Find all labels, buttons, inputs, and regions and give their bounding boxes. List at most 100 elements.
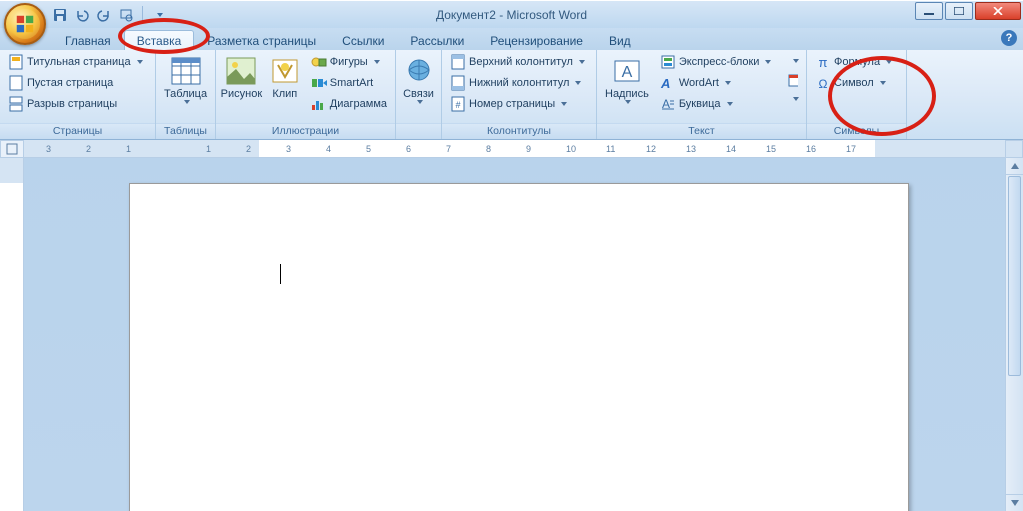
tab-review[interactable]: Рецензирование: [477, 30, 596, 50]
ruler-mark: 11: [606, 144, 615, 154]
smartart-label: SmartArt: [330, 77, 373, 89]
title-bar: Документ2 - Microsoft Word: [0, 0, 1023, 28]
close-button[interactable]: [975, 2, 1021, 20]
ruler-mark: 17: [846, 144, 856, 154]
svg-text:A: A: [622, 64, 633, 81]
date-time-button[interactable]: [784, 71, 802, 89]
qat-customize-icon[interactable]: [151, 7, 167, 23]
smartart-button[interactable]: SmartArt: [307, 73, 391, 93]
group-tables: Таблица Таблицы: [156, 50, 216, 139]
group-links-label: [396, 123, 441, 139]
wordart-icon: A: [660, 75, 676, 91]
dropcap-button[interactable]: A Буквица: [656, 94, 781, 114]
ruler-mark: 13: [686, 144, 696, 154]
group-symbols: π Формула Ω Символ Символы: [807, 50, 907, 139]
smartart-icon: [311, 75, 327, 91]
table-icon: [170, 55, 202, 87]
quickparts-icon: [660, 54, 676, 70]
ruler-mark: 16: [806, 144, 816, 154]
maximize-button[interactable]: [945, 2, 973, 20]
clip-button[interactable]: Клип: [266, 52, 304, 101]
save-icon[interactable]: [52, 7, 68, 23]
svg-text:π: π: [819, 55, 828, 69]
ruler-mark: 15: [766, 144, 776, 154]
ruler-mark: 6: [406, 144, 411, 154]
ruler-mark: 8: [486, 144, 491, 154]
wordart-button[interactable]: A WordArt: [656, 73, 781, 93]
print-preview-icon[interactable]: [118, 7, 134, 23]
tab-home[interactable]: Главная: [52, 30, 124, 50]
group-links: Связи: [396, 50, 442, 139]
ruler-mark: 5: [366, 144, 371, 154]
links-button[interactable]: Связи: [400, 52, 438, 105]
ruler-toggle-icon: [6, 143, 18, 155]
cover-page-icon: [8, 54, 24, 70]
quickparts-label: Экспресс-блоки: [679, 56, 760, 68]
picture-icon: [225, 55, 257, 87]
header-button[interactable]: Верхний колонтитул: [446, 52, 592, 72]
page-number-button[interactable]: # Номер страницы: [446, 94, 592, 114]
scroll-down-button[interactable]: [1006, 494, 1023, 511]
undo-icon[interactable]: [74, 7, 90, 23]
ruler-mark: 2: [86, 144, 91, 154]
symbol-button[interactable]: Ω Символ: [811, 73, 902, 93]
cover-page-button[interactable]: Титульная страница: [4, 52, 151, 72]
page-break-button[interactable]: Разрыв страницы: [4, 94, 151, 114]
symbol-label: Символ: [834, 77, 874, 89]
picture-button[interactable]: Рисунок: [220, 52, 263, 101]
horizontal-ruler[interactable]: 3211234567891011121314151617: [24, 140, 1005, 158]
chart-icon: [311, 96, 327, 112]
equation-label: Формула: [834, 56, 880, 68]
redo-icon[interactable]: [96, 7, 112, 23]
wordart-label: WordArt: [679, 77, 719, 89]
shapes-button[interactable]: Фигуры: [307, 52, 391, 72]
blank-page-icon: [8, 75, 24, 91]
chart-button[interactable]: Диаграмма: [307, 94, 391, 114]
quickparts-button[interactable]: Экспресс-блоки: [656, 52, 781, 72]
footer-button[interactable]: Нижний колонтитул: [446, 73, 592, 93]
document-area[interactable]: [24, 158, 1005, 511]
tab-insert[interactable]: Вставка: [124, 30, 195, 50]
object-button[interactable]: [784, 90, 802, 108]
ribbon-tabs: Главная Вставка Разметка страницы Ссылки…: [0, 28, 1023, 50]
table-button[interactable]: Таблица: [160, 52, 211, 105]
shapes-icon: [311, 54, 327, 70]
equation-icon: π: [815, 54, 831, 70]
textbox-label: Надпись: [605, 88, 649, 100]
tab-mailings[interactable]: Рассылки: [397, 30, 477, 50]
vertical-scrollbar[interactable]: [1005, 158, 1023, 511]
symbol-icon: Ω: [815, 75, 831, 91]
dropcap-icon: A: [660, 96, 676, 112]
vertical-ruler[interactable]: [0, 158, 24, 511]
group-text-label: Текст: [597, 123, 806, 139]
tab-references[interactable]: Ссылки: [329, 30, 397, 50]
chart-label: Диаграмма: [330, 98, 387, 110]
office-button[interactable]: [4, 3, 46, 45]
split-handle[interactable]: [1005, 140, 1023, 158]
equation-button[interactable]: π Формула: [811, 52, 902, 72]
scroll-up-button[interactable]: [1006, 158, 1023, 175]
quick-access-toolbar: [52, 6, 167, 24]
minimize-button[interactable]: [915, 2, 943, 20]
signature-line-button[interactable]: [784, 52, 802, 70]
ruler-toggle[interactable]: [0, 140, 24, 158]
textbox-button[interactable]: A Надпись: [601, 52, 653, 105]
tab-view[interactable]: Вид: [596, 30, 644, 50]
page-break-label: Разрыв страницы: [27, 98, 117, 110]
blank-page-button[interactable]: Пустая страница: [4, 73, 151, 93]
help-button[interactable]: ?: [1001, 30, 1017, 46]
page[interactable]: [129, 183, 909, 511]
date-icon: [788, 73, 798, 87]
svg-text:#: #: [455, 100, 460, 110]
clip-label: Клип: [272, 88, 297, 100]
maximize-icon: [954, 7, 964, 15]
group-hf-label: Колонтитулы: [442, 123, 596, 139]
page-break-icon: [8, 96, 24, 112]
footer-icon: [450, 75, 466, 91]
workspace: 3211234567891011121314151617: [0, 140, 1023, 511]
tab-page-layout[interactable]: Разметка страницы: [194, 30, 329, 50]
group-headers-footers: Верхний колонтитул Нижний колонтитул # Н…: [442, 50, 597, 139]
textbox-icon: A: [611, 55, 643, 87]
scroll-thumb[interactable]: [1008, 176, 1021, 376]
svg-text:Ω: Ω: [819, 77, 828, 90]
